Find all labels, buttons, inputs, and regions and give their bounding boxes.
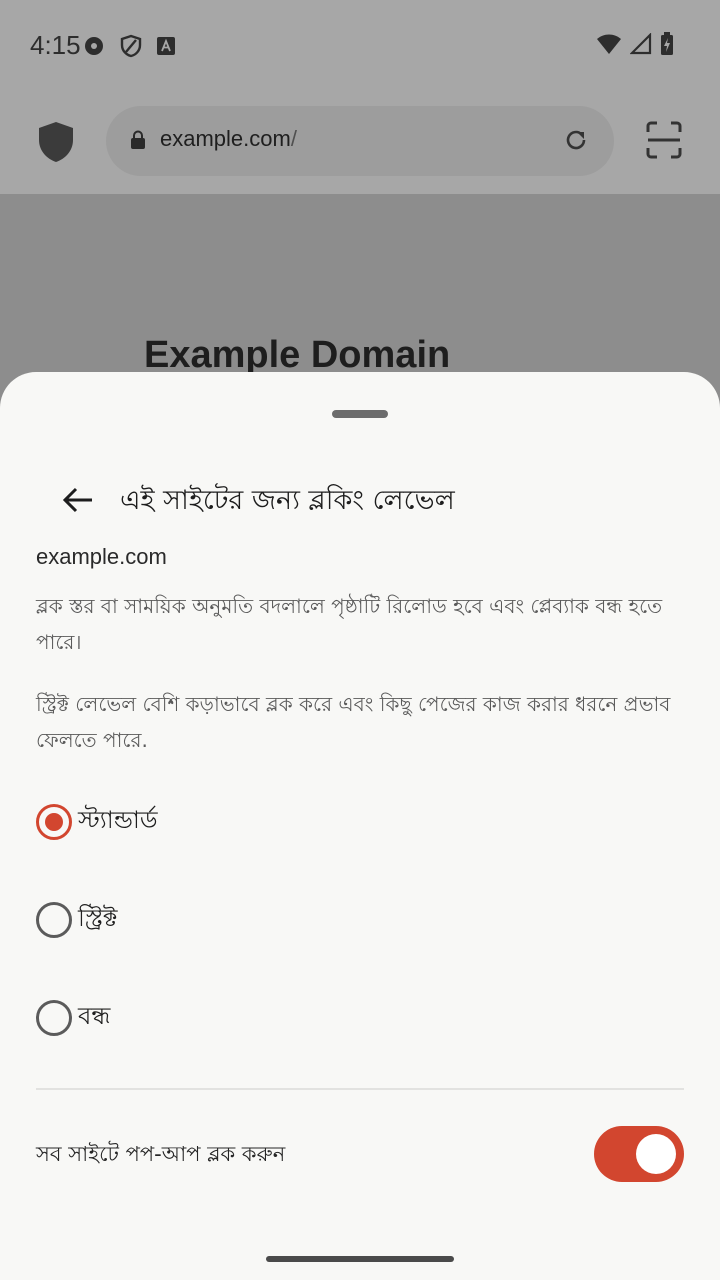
- scan-icon[interactable]: [644, 120, 684, 164]
- option-standard-label: স্ট্যান্ডার্ড: [78, 806, 158, 834]
- sheet-title: এই সাইটের জন্য ব্লকিং লেভেল: [120, 485, 455, 516]
- url-path: /: [290, 126, 297, 151]
- page-heading: Example Domain: [144, 334, 451, 376]
- wifi-icon: [596, 33, 622, 59]
- drag-handle[interactable]: [332, 410, 388, 418]
- font-icon: [156, 36, 176, 60]
- shield-icon[interactable]: [36, 120, 76, 164]
- gesture-nav-handle[interactable]: [266, 1256, 454, 1262]
- reload-icon[interactable]: [562, 126, 590, 158]
- option-off-label: বন্ধ: [78, 1002, 111, 1030]
- divider: [36, 1088, 684, 1090]
- media-icon: [84, 35, 106, 61]
- option-strict[interactable]: স্ট্রিক্ট: [36, 890, 118, 950]
- vpn-shield-icon: [120, 34, 142, 62]
- block-popups-label: সব সাইটে পপ-আপ ব্লক করুন: [36, 1142, 286, 1166]
- cell-signal-icon: [629, 32, 652, 59]
- option-standard[interactable]: স্ট্যান্ডার্ড: [36, 792, 158, 852]
- toggle-knob: [636, 1134, 676, 1174]
- browser-toolbar: example.com/: [0, 90, 720, 194]
- url-host: example.com: [160, 126, 291, 151]
- radio-strict[interactable]: [36, 902, 72, 938]
- option-off[interactable]: বন্ধ: [36, 988, 110, 1048]
- block-popups-toggle[interactable]: [594, 1126, 684, 1182]
- url-text: example.com/: [160, 126, 297, 152]
- option-strict-label: স্ট্রিক্ট: [78, 904, 118, 932]
- strict-warning-text: স্ট্রিক্ট লেভেল বেশি কড়াভাবে ব্লক করে এ…: [36, 692, 671, 752]
- battery-icon: [660, 32, 674, 60]
- blocking-level-sheet: এই সাইটের জন্য ব্লকিং লেভেল example.com …: [0, 372, 720, 1280]
- status-bar: 4:15: [0, 0, 720, 90]
- site-domain: example.com: [36, 544, 167, 569]
- back-arrow-icon[interactable]: [56, 478, 100, 522]
- reload-warning-text: ব্লক স্তর বা সাময়িক অনুমতি বদলালে পৃষ্ঠ…: [36, 594, 663, 654]
- lock-icon: [130, 130, 146, 154]
- status-time: 4:15: [30, 30, 81, 60]
- radio-off[interactable]: [36, 1000, 72, 1036]
- url-bar[interactable]: example.com/: [106, 106, 614, 176]
- radio-standard[interactable]: [36, 804, 72, 840]
